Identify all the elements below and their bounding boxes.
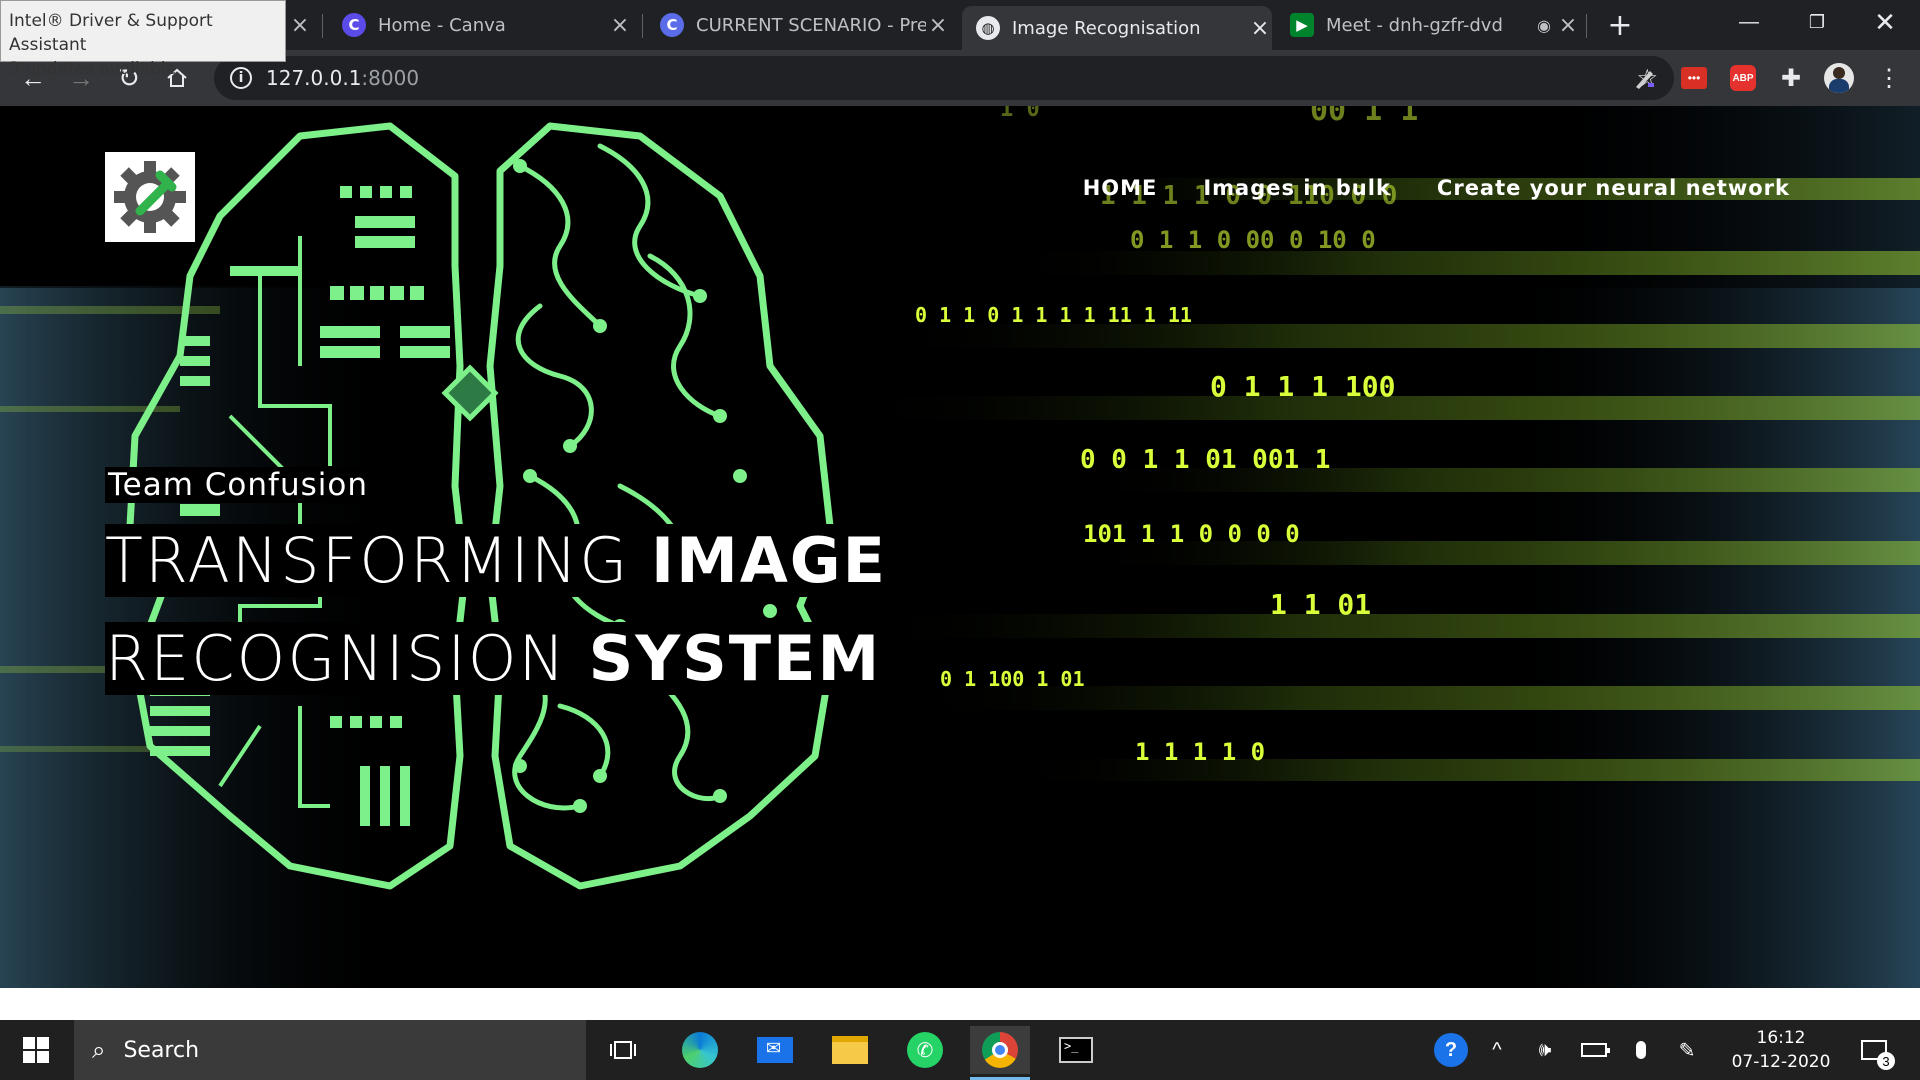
kebab-menu-icon[interactable]: ⋮	[1874, 63, 1904, 93]
headline-line-1: TRANSFORMING IMAGE	[105, 524, 892, 597]
close-icon[interactable]: ×	[1248, 16, 1272, 41]
canva-icon: C	[660, 13, 684, 37]
search-icon: ⌕	[92, 1036, 106, 1064]
team-label: Team Confusion	[105, 467, 371, 503]
minimize-icon[interactable]: —	[1714, 0, 1784, 44]
headline-line-2: RECOGNISION SYSTEM	[105, 622, 886, 695]
close-window-icon[interactable]: ✕	[1850, 0, 1920, 44]
pen-workspace-icon[interactable]: ✎	[1672, 1035, 1702, 1065]
file-explorer-icon[interactable]	[820, 1026, 880, 1074]
url-port: :8000	[361, 66, 420, 90]
gear-wrench-icon	[114, 161, 186, 233]
tab-current-scenario[interactable]: C CURRENT SCENARIO - Pres ×	[660, 0, 950, 50]
tab-title: Home - Canva	[378, 14, 506, 36]
nav-home[interactable]: HOME	[1083, 176, 1158, 200]
windows-start-icon[interactable]	[0, 1020, 72, 1080]
chevron-up-icon[interactable]: ^	[1484, 1035, 1510, 1065]
recording-icon: ◉	[1537, 15, 1551, 35]
windows-taskbar: ⌕ Search ✉ ✆ >_ ? ^ 🕪 ✎ 16:12 07-12-2020…	[0, 1020, 1920, 1080]
svg-text:0 1 1 0 00 0 10 0: 0 1 1 0 00 0 10 0	[1130, 226, 1376, 254]
url-host: 127.0.0.1	[266, 66, 362, 90]
svg-text:0 1 1 1: 0 1 1 1 100	[1210, 370, 1395, 403]
chrome-taskbar-icon[interactable]	[970, 1026, 1030, 1080]
close-icon[interactable]: ×	[1556, 13, 1580, 38]
address-bar[interactable]: i 127.0.0.1:8000 ☆	[214, 56, 1674, 100]
canva-icon: C	[342, 13, 366, 37]
notification-subtitle: 3 updates available	[9, 59, 177, 79]
site-nav: HOME Images in bulk Create your neural n…	[1083, 176, 1790, 200]
tab-close-hidden[interactable]: ×	[288, 0, 309, 50]
site-logo[interactable]	[105, 152, 195, 242]
taskbar-clock[interactable]: 16:12 07-12-2020	[1716, 1026, 1846, 1074]
svg-text:00 1 1: 00 1 1	[1310, 106, 1418, 128]
help-icon[interactable]: ?	[1434, 1033, 1468, 1067]
tab-title: CURRENT SCENARIO - Pres	[696, 14, 926, 36]
action-center-icon[interactable]: 3	[1856, 1034, 1895, 1070]
mail-icon[interactable]: ✉	[745, 1026, 805, 1074]
nav-images-in-bulk[interactable]: Images in bulk	[1203, 176, 1391, 200]
adblock-plus-icon[interactable]: ABP	[1728, 63, 1758, 93]
pen-extension-icon[interactable]	[1630, 63, 1660, 93]
globe-icon: ◍	[976, 16, 1000, 40]
battery-icon[interactable]	[1578, 1035, 1610, 1065]
task-view-icon[interactable]	[593, 1026, 653, 1074]
svg-text:0 1 100 1: 0 1 100 1 01	[940, 667, 1085, 691]
new-tab-button[interactable]: +	[1602, 0, 1638, 50]
svg-text:101 1 1 0 0 0: 101 1 1 0 0 0 0	[1083, 520, 1300, 548]
whatsapp-icon[interactable]: ✆	[895, 1026, 955, 1074]
close-icon[interactable]: ×	[288, 13, 312, 38]
browser-toolbar: ← → ↻ i 127.0.0.1:8000 ☆ ••• ABP ✚ ⋮	[0, 50, 1920, 106]
taskbar-search[interactable]: ⌕ Search	[74, 1020, 586, 1080]
tab-title: Meet - dnh-gzfr-dvd	[1326, 14, 1503, 36]
svg-text:1 1 1 1 0: 1 1 1 1 0	[1135, 738, 1265, 766]
extensions-puzzle-icon[interactable]: ✚	[1776, 63, 1806, 93]
clock-time: 16:12	[1756, 1028, 1806, 1048]
red-extension-icon[interactable]: •••	[1679, 63, 1709, 93]
svg-text:1 1 01: 1 1 01	[1270, 588, 1371, 621]
volume-icon[interactable]: 🕪	[1530, 1035, 1560, 1065]
edge-icon[interactable]	[670, 1026, 730, 1074]
tab-image-recognisation[interactable]: ◍ Image Recognisation ×	[962, 6, 1272, 50]
terminal-icon[interactable]: >_	[1046, 1026, 1106, 1074]
svg-text:1 0: 1 0	[1000, 106, 1040, 122]
restore-icon[interactable]: ❐	[1782, 0, 1852, 44]
tab-meet[interactable]: ▶ Meet - dnh-gzfr-dvd ◉ ×	[1290, 0, 1580, 50]
clock-date: 07-12-2020	[1731, 1052, 1831, 1072]
microphone-icon[interactable]	[1628, 1035, 1654, 1065]
nav-create-neural-network[interactable]: Create your neural network	[1437, 176, 1790, 200]
intel-update-notification[interactable]: Intel® Driver & Support Assistant 3 upda…	[0, 0, 286, 79]
page-bottom-area	[0, 988, 1920, 1020]
tab-title: Image Recognisation	[1012, 17, 1201, 39]
notification-count: 3	[1877, 1052, 1895, 1070]
close-icon[interactable]: ×	[608, 13, 632, 38]
tab-strip: Intel® Driver & Support Assistant 3 upda…	[0, 0, 1920, 79]
notification-title: Intel® Driver & Support Assistant	[9, 11, 213, 55]
tab-home-canva[interactable]: C Home - Canva ×	[342, 0, 632, 50]
web-page: 1 0 00 1 1 1 1 1 1 0 0 110 0 0 0 1 1 0 0…	[0, 106, 1920, 988]
close-icon[interactable]: ×	[926, 13, 950, 38]
svg-text:0 0 1 1 01 001 1: 0 0 1 1 01 001 1	[1080, 445, 1330, 475]
profile-avatar[interactable]	[1824, 63, 1854, 93]
meet-icon: ▶	[1290, 13, 1314, 37]
search-placeholder: Search	[123, 1037, 200, 1063]
svg-text:0 1 1 0 1 1 1 1 11: 0 1 1 0 1 1 1 1 11 1 11	[915, 303, 1192, 327]
